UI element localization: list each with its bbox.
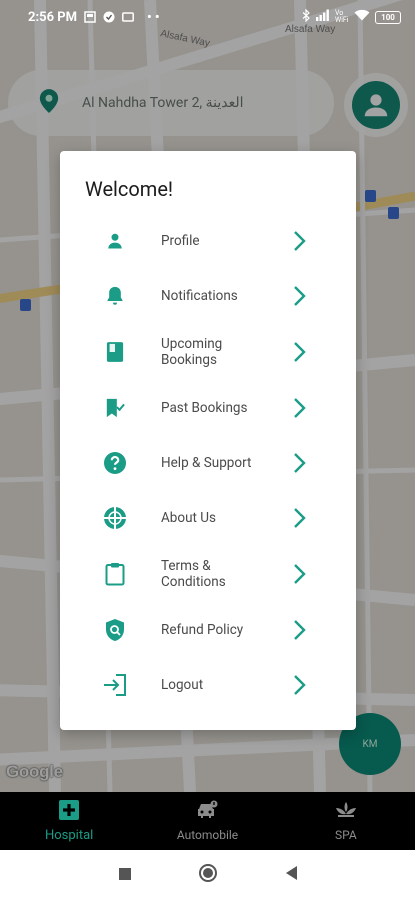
tab-hospital[interactable]: Hospital — [0, 792, 138, 850]
chevron-right-icon — [292, 451, 308, 475]
check-circle-icon — [103, 11, 115, 23]
recents-button[interactable] — [118, 866, 132, 885]
menu-item-past-bookings[interactable]: Past Bookings — [60, 382, 356, 434]
status-time: 2:56 PM — [28, 9, 78, 25]
status-bar: 2:56 PM • • Vo WiFi 100 — [0, 0, 415, 34]
menu-item-refund-policy[interactable]: Refund Policy — [60, 604, 356, 656]
message-icon — [122, 11, 134, 23]
menu-item-upcoming-bookings[interactable]: Upcoming Bookings — [60, 326, 356, 378]
bottom-tab-bar: Hospital Automobile SPA — [0, 792, 415, 850]
menu-item-label: Terms & Conditions — [161, 558, 226, 590]
vowifi-label: Vo WiFi — [335, 9, 349, 24]
battery-indicator: 100 — [375, 10, 401, 24]
menu-item-help-support[interactable]: Help & Support — [60, 437, 356, 489]
bookmark-check-icon — [103, 396, 127, 420]
hospital-cross-icon — [59, 799, 80, 824]
menu-item-label: Profile — [161, 233, 200, 249]
menu-item-label: Help & Support — [161, 455, 252, 471]
globe-icon — [103, 506, 127, 530]
dialog-title: Welcome! — [85, 177, 174, 201]
chevron-right-icon — [292, 396, 308, 420]
bluetooth-icon — [302, 8, 311, 26]
menu-item-label: Upcoming Bookings — [161, 336, 223, 368]
tab-automobile[interactable]: Automobile — [138, 792, 276, 850]
home-button[interactable] — [198, 863, 218, 887]
system-navigation-bar — [0, 850, 415, 900]
chevron-right-icon — [292, 506, 308, 530]
menu-item-logout[interactable]: Logout — [60, 659, 356, 711]
shield-search-icon — [103, 618, 127, 642]
help-circle-icon — [103, 451, 127, 475]
chevron-right-icon — [292, 618, 308, 642]
chevron-right-icon — [292, 229, 308, 253]
wifi-icon — [354, 9, 370, 25]
menu-item-label: Refund Policy — [161, 622, 244, 638]
car-icon — [195, 800, 219, 824]
menu-item-label: Notifications — [161, 288, 238, 304]
signal-icon — [316, 9, 330, 25]
chevron-right-icon — [292, 340, 308, 364]
tab-spa[interactable]: SPA — [277, 792, 415, 850]
back-button[interactable] — [284, 865, 298, 885]
menu-item-label: Logout — [161, 677, 204, 693]
menu-item-label: Past Bookings — [161, 400, 248, 416]
tab-label: SPA — [334, 828, 357, 842]
tab-label: Automobile — [176, 828, 239, 842]
menu-item-about-us[interactable]: About Us — [60, 492, 356, 544]
menu-item-terms-conditions[interactable]: Terms & Conditions — [60, 548, 356, 600]
more-notifications-icon: • • — [147, 9, 160, 25]
tab-label: Hospital — [44, 827, 94, 843]
notification-icon — [84, 11, 96, 23]
chevron-right-icon — [292, 284, 308, 308]
logout-icon — [103, 673, 127, 697]
clipboard-icon — [103, 562, 127, 586]
lotus-icon — [334, 800, 358, 824]
chevron-right-icon — [292, 673, 308, 697]
person-icon — [103, 229, 127, 253]
book-icon — [103, 340, 127, 364]
menu-item-label: About Us — [161, 510, 217, 526]
menu-item-profile[interactable]: Profile — [60, 215, 356, 267]
menu-item-notifications[interactable]: Notifications — [60, 270, 356, 322]
chevron-right-icon — [292, 562, 308, 586]
bell-icon — [103, 284, 127, 308]
welcome-menu-dialog: Welcome! Profile Notifications Upcoming … — [60, 151, 356, 730]
